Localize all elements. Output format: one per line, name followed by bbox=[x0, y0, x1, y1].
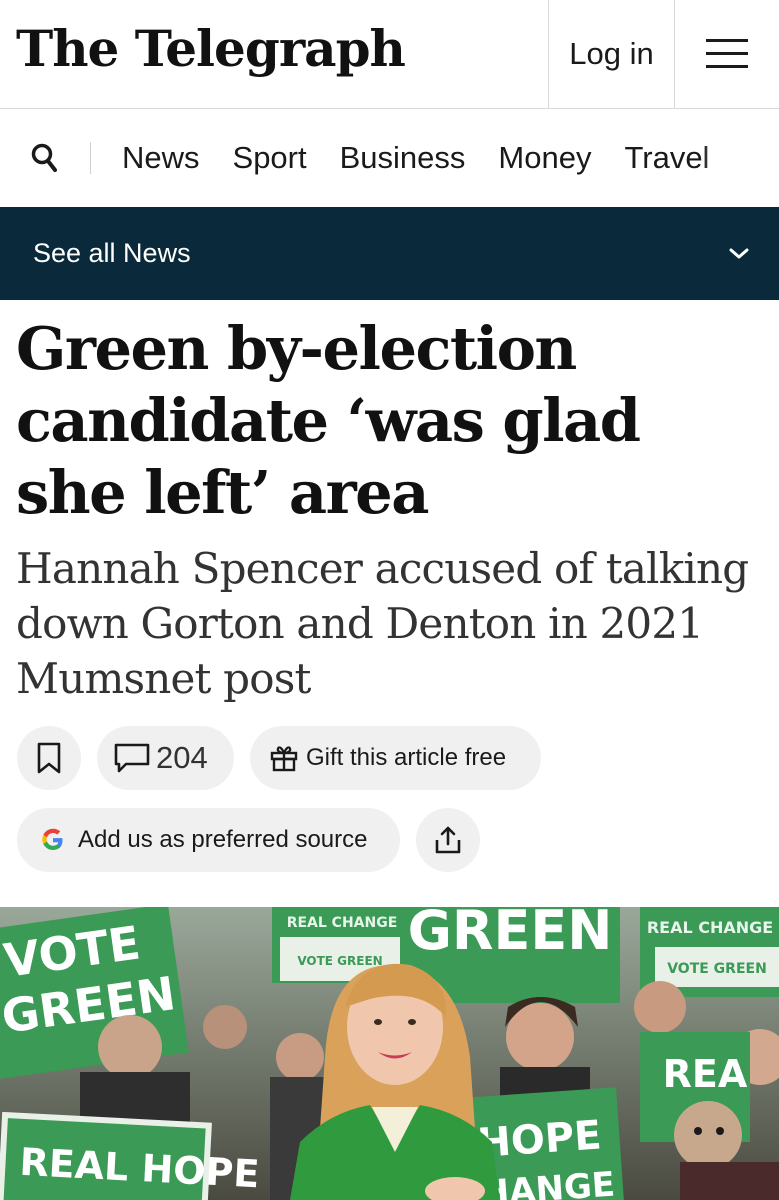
site-header: The Telegraph Log in bbox=[0, 0, 779, 109]
section-label: See all News bbox=[33, 238, 191, 268]
login-button[interactable]: Log in bbox=[548, 0, 674, 108]
sign-text: VOTE GREEN bbox=[297, 954, 382, 968]
share-button[interactable] bbox=[416, 808, 480, 872]
nav-divider bbox=[90, 142, 91, 174]
section-dropdown[interactable]: See all News bbox=[0, 207, 779, 300]
preferred-source-label: Add us as preferred source bbox=[78, 826, 368, 853]
sign-text: VOTE GREEN bbox=[667, 961, 767, 977]
search-button[interactable] bbox=[0, 109, 88, 207]
bookmark-icon bbox=[37, 742, 61, 774]
main-nav: News Sport Business Money Travel bbox=[0, 109, 779, 207]
hero-photo: REAL CHANGE VOTE GREEN GREEN REAL CHANGE… bbox=[0, 907, 779, 1200]
gift-article-button[interactable]: Gift this article free bbox=[250, 726, 541, 790]
nav-item-travel[interactable]: Travel bbox=[624, 140, 709, 176]
sign-text: GREEN bbox=[408, 907, 613, 962]
gift-icon bbox=[270, 746, 298, 772]
nav-item-business[interactable]: Business bbox=[340, 140, 466, 176]
article-hero-image[interactable]: REAL CHANGE VOTE GREEN GREEN REAL CHANGE… bbox=[0, 907, 779, 1200]
sign-text: REAL CHANGE bbox=[287, 915, 398, 931]
article-standfirst: Hannah Spencer accused of talking down G… bbox=[16, 544, 749, 703]
nav-fade bbox=[699, 109, 779, 207]
share-icon bbox=[435, 826, 461, 854]
menu-button[interactable] bbox=[674, 0, 779, 108]
bookmark-button[interactable] bbox=[17, 726, 81, 790]
search-icon bbox=[31, 143, 57, 172]
comment-icon bbox=[114, 743, 150, 773]
article-headline: Green by-election candidate ‘was glad sh… bbox=[16, 314, 641, 527]
nav-item-money[interactable]: Money bbox=[498, 140, 591, 176]
sign-text: REAL CHANGE bbox=[647, 918, 773, 937]
nav-items: News Sport Business Money Travel bbox=[122, 140, 742, 176]
telegraph-logo[interactable]: The Telegraph bbox=[16, 14, 406, 84]
preferred-source-button[interactable]: Add us as preferred source bbox=[17, 808, 400, 872]
gift-label: Gift this article free bbox=[306, 744, 507, 771]
sign-text: REA bbox=[663, 1052, 748, 1096]
nav-item-news[interactable]: News bbox=[122, 140, 200, 176]
sign-text: HOPE bbox=[476, 1112, 603, 1167]
comments-button[interactable]: 204 bbox=[97, 726, 234, 790]
nav-item-sport[interactable]: Sport bbox=[233, 140, 307, 176]
hamburger-icon bbox=[706, 39, 748, 68]
chevron-down-icon bbox=[729, 248, 749, 258]
comment-count: 204 bbox=[156, 740, 208, 775]
google-g-icon bbox=[42, 828, 63, 850]
